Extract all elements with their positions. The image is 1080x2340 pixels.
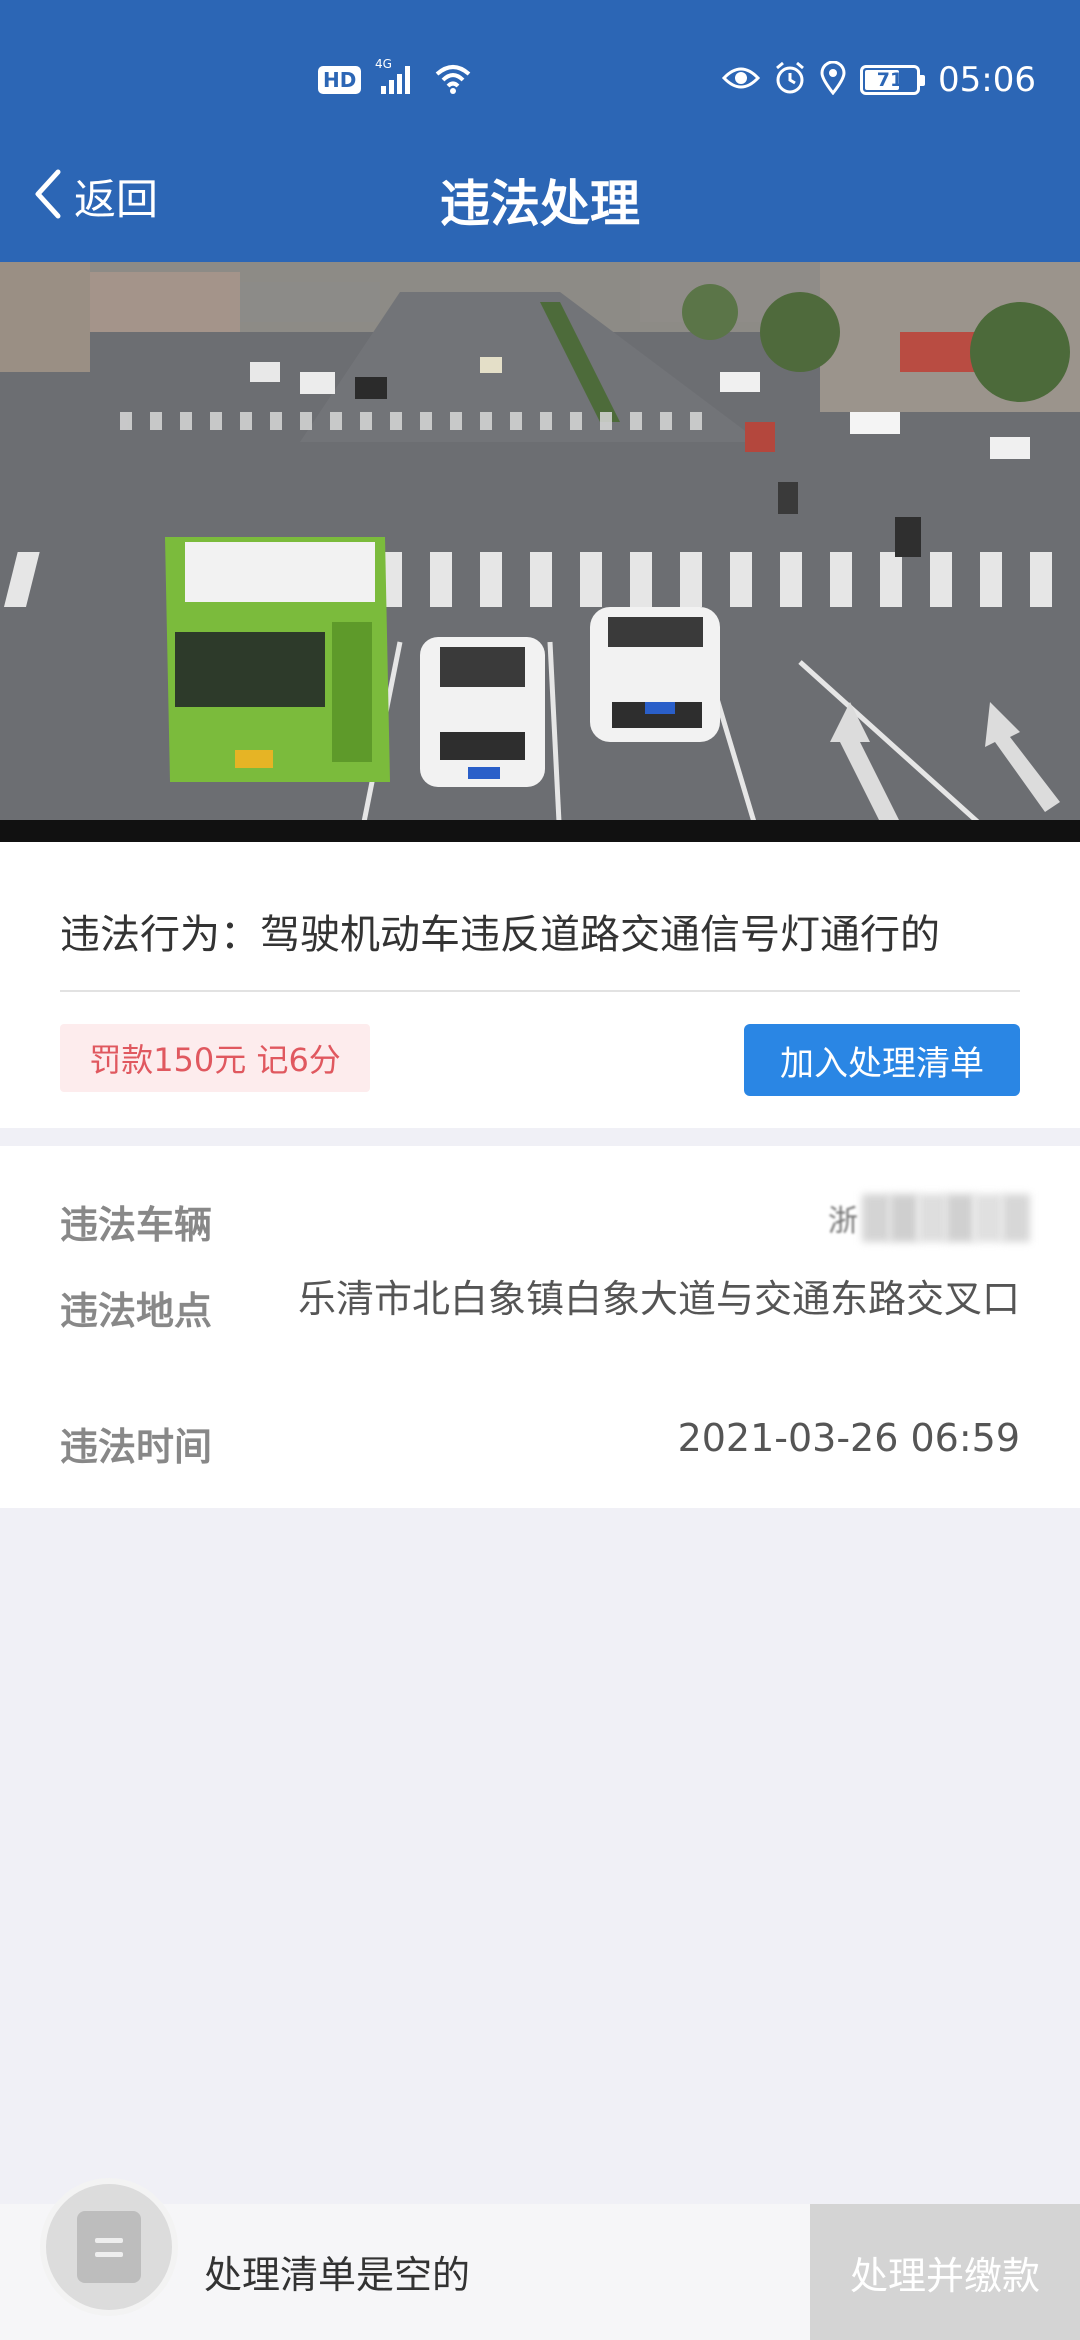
status-bar-left: HD 4G (318, 57, 473, 102)
wifi-icon (433, 60, 473, 100)
hd-badge: HD (318, 66, 362, 94)
violation-behavior: 违法行为：驾驶机动车违反道路交通信号灯通行的 (60, 912, 940, 958)
battery-level: 71 (876, 69, 904, 91)
violation-card: 违法行为：驾驶机动车违反道路交通信号灯通行的 罚款150元 记6分 加入处理清单 (0, 842, 1080, 1128)
list-icon (77, 2211, 141, 2283)
intersection-scene-image (0, 262, 1080, 842)
signal-icon: 4G (375, 57, 419, 102)
violation-photo[interactable]: ​ (0, 262, 1080, 842)
add-to-list-button[interactable]: 加入处理清单 (744, 1024, 1020, 1096)
location-value: 乐清市北白象镇白象大道与交通东路交叉口 (297, 1277, 1020, 1321)
app-header: HD 4G 71 05:06 返回 违法处理 (0, 0, 1080, 262)
divider (60, 990, 1020, 992)
location-icon (820, 60, 846, 99)
penalty-badge: 罚款150元 记6分 (60, 1024, 370, 1092)
status-time: 05:06 (938, 60, 1036, 100)
empty-list-text: 处理清单是空的 (204, 2253, 471, 2297)
location-label: 违法地点 (60, 1289, 213, 1333)
battery-icon: 71 (860, 65, 926, 95)
time-value: 2021-03-26 06:59 (677, 1416, 1020, 1460)
photo-caption: ​ (0, 820, 1080, 842)
plate-prefix: 浙 (828, 1204, 858, 1239)
nav-bar: 返回 违法处理 (0, 150, 1080, 242)
processing-list-button[interactable] (46, 2184, 172, 2310)
status-bar: HD 4G 71 05:06 (0, 40, 1080, 120)
eye-icon (721, 64, 761, 96)
details-card: 违法车辆 浙 违法地点 乐清市北白象镇白象大道与交通东路交叉口 违法时间 202… (0, 1146, 1080, 1508)
bottom-bar: 处理清单是空的 处理并缴款 (0, 2184, 1080, 2340)
page-title: 违法处理 (440, 175, 640, 233)
network-type: 4G (375, 58, 392, 71)
time-label: 违法时间 (60, 1425, 213, 1469)
vehicle-label: 违法车辆 (60, 1203, 213, 1247)
process-and-pay-button[interactable]: 处理并缴款 (810, 2204, 1080, 2340)
status-bar-right: 71 05:06 (721, 54, 1036, 106)
alarm-icon (774, 61, 806, 99)
vehicle-plate-blurred: 浙 (800, 1190, 1030, 1246)
